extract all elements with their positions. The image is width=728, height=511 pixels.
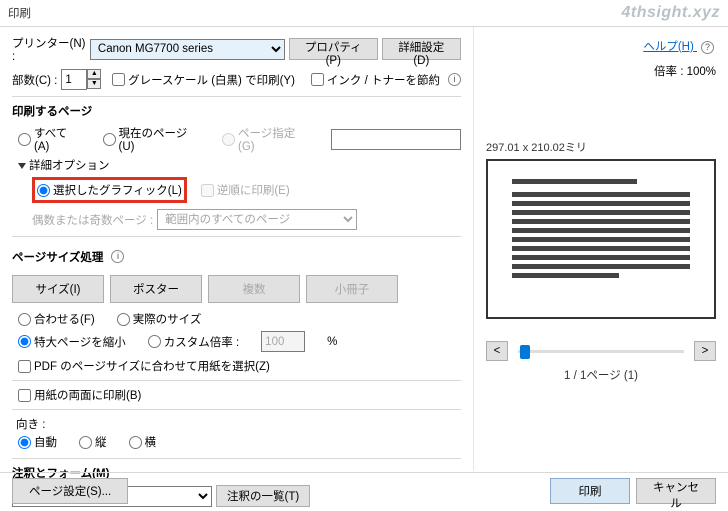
orientation-label: 向き :	[12, 416, 461, 432]
cancel-button[interactable]: キャンセル	[636, 478, 716, 504]
selected-graphic-radio[interactable]: 選択したグラフィック(L)	[37, 182, 182, 198]
dialog-title: 印刷	[8, 5, 31, 21]
pages-all-radio[interactable]: すべて(A)	[18, 125, 81, 153]
chevron-down-icon	[18, 163, 26, 169]
printer-label: プリンター(N) :	[12, 35, 86, 63]
paper-size-label: 297.01 x 210.02ミリ	[486, 139, 716, 155]
spin-down[interactable]: ▼	[87, 79, 101, 89]
page-indicator: 1 / 1ページ (1)	[486, 367, 716, 383]
copies-input[interactable]	[61, 69, 87, 90]
title-bar: 印刷	[0, 0, 728, 27]
copies-label: 部数(C) :	[12, 72, 57, 88]
odd-even-select: 範囲内のすべてのページ	[157, 209, 357, 230]
odd-even-label: 偶数または奇数ページ :	[32, 212, 153, 228]
advanced-settings-button[interactable]: 詳細設定(D)	[382, 38, 461, 60]
copies-spinner[interactable]: ▲▼	[61, 69, 101, 90]
preview-slider[interactable]	[518, 350, 684, 353]
orientation-portrait-radio[interactable]: 縦	[79, 434, 107, 450]
page-setup-button[interactable]: ページ設定(S)...	[12, 478, 128, 504]
pages-current-radio[interactable]: 現在のページ(U)	[103, 125, 201, 153]
actual-size-radio[interactable]: 実際のサイズ	[117, 311, 202, 327]
fit-radio[interactable]: 合わせる(F)	[18, 311, 95, 327]
printer-select[interactable]: Canon MG7700 series	[90, 39, 285, 60]
choose-paper-by-pdf-checkbox[interactable]: PDF のページサイズに合わせて用紙を選択(Z)	[18, 358, 461, 374]
sizing-section-label: ページサイズ処理	[12, 249, 103, 265]
help-icon: i	[448, 73, 461, 86]
scale-display: 倍率 : 100%	[486, 63, 716, 79]
shrink-radio[interactable]: 特大ページを縮小	[18, 334, 126, 350]
properties-button[interactable]: プロパティ(P)	[289, 38, 378, 60]
custom-scale-input[interactable]	[261, 331, 305, 352]
preview-next-button[interactable]: >	[694, 341, 716, 361]
tab-size[interactable]: サイズ(I)	[12, 275, 104, 303]
ink-saver-checkbox[interactable]: インク / トナーを節約	[311, 72, 440, 88]
orientation-landscape-radio[interactable]: 横	[129, 434, 157, 450]
highlighted-option: 選択したグラフィック(L)	[32, 177, 187, 203]
tab-booklet[interactable]: 小冊子	[306, 275, 398, 303]
tab-multiple[interactable]: 複数	[208, 275, 300, 303]
reverse-order-checkbox[interactable]: 逆順に印刷(E)	[201, 182, 290, 198]
tab-poster[interactable]: ポスター	[110, 275, 202, 303]
orientation-auto-radio[interactable]: 自動	[18, 434, 57, 450]
pages-range-radio[interactable]: ページ指定(G)	[222, 125, 309, 153]
print-button[interactable]: 印刷	[550, 478, 630, 504]
spin-up[interactable]: ▲	[87, 69, 101, 79]
advanced-options-toggle[interactable]: 詳細オプション	[12, 157, 461, 173]
watermark: 4thsight.xyz	[622, 4, 720, 22]
percent-label: %	[327, 336, 337, 348]
preview-prev-button[interactable]: <	[486, 341, 508, 361]
grayscale-checkbox[interactable]: グレースケール (白黒) で印刷(Y)	[112, 72, 295, 88]
help-icon: i	[111, 250, 124, 263]
pages-section-label: 印刷するページ	[12, 103, 461, 119]
print-preview	[486, 159, 716, 319]
custom-scale-radio[interactable]: カスタム倍率 :	[148, 334, 239, 350]
pages-range-input[interactable]	[331, 129, 461, 150]
duplex-checkbox[interactable]: 用紙の両面に印刷(B)	[18, 387, 461, 403]
